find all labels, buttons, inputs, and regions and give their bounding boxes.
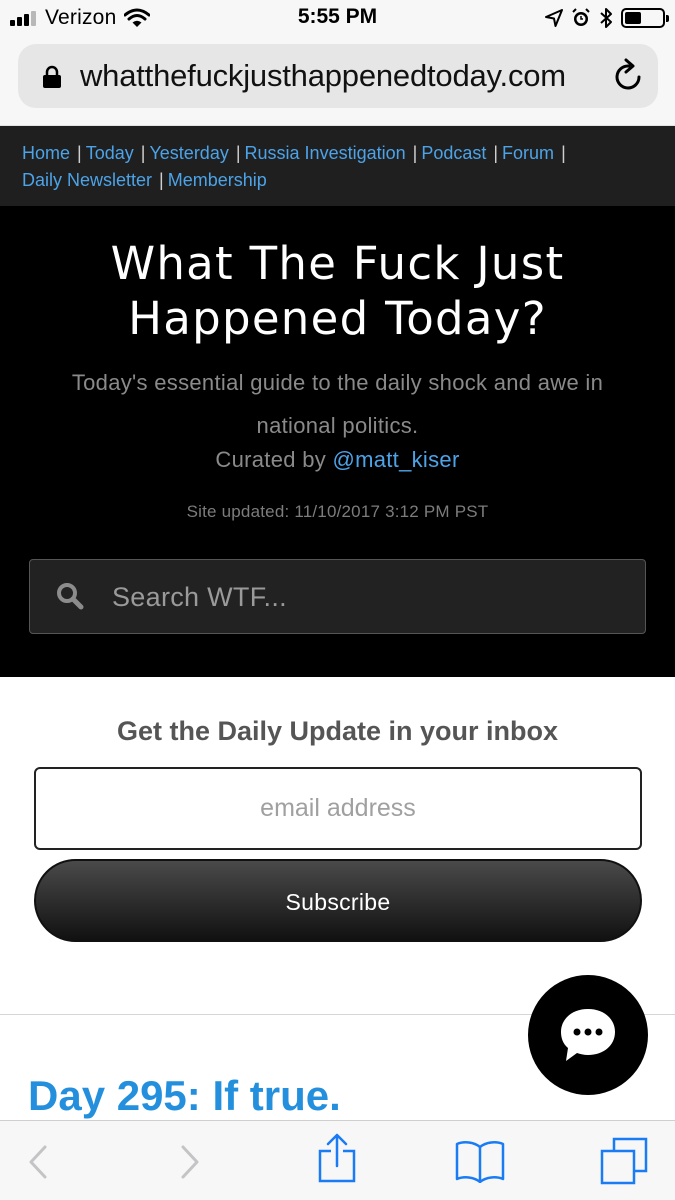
subscribe-button[interactable]: Subscribe xyxy=(34,859,642,942)
tagline: Today's essential guide to the daily sho… xyxy=(71,370,604,438)
nav-link-membership[interactable]: Membership xyxy=(168,170,267,190)
curator-link[interactable]: @matt_kiser xyxy=(332,447,459,472)
chat-icon xyxy=(561,1009,615,1061)
nav-link-yesterday[interactable]: Yesterday xyxy=(149,143,228,163)
nav-link-podcast[interactable]: Podcast xyxy=(421,143,486,163)
chat-button[interactable] xyxy=(528,975,648,1095)
location-arrow-icon xyxy=(545,9,563,27)
site-title: What The Fuck Just Happened Today? xyxy=(110,237,565,345)
site-nav: Home | Today | Yesterday | Russia Investigatio… xyxy=(0,126,675,206)
browser-address-area: whatthefuckjusthappenedtoday.com xyxy=(0,36,675,126)
search-placeholder: Search WTF... xyxy=(112,582,287,612)
nav-link-forum[interactable]: Forum xyxy=(502,143,554,163)
email-placeholder: email address xyxy=(260,794,416,822)
nav-link-daily-newsletter[interactable]: Daily Newsletter xyxy=(22,170,152,190)
address-bar[interactable]: whatthefuckjusthappenedtoday.com xyxy=(18,44,658,108)
url-text[interactable]: whatthefuckjusthappenedtoday.com xyxy=(80,58,566,94)
tabs-icon[interactable] xyxy=(600,1137,648,1185)
curated-by: Curated by @matt_kiser xyxy=(215,447,460,472)
bluetooth-icon xyxy=(600,8,612,28)
search-icon xyxy=(57,583,84,610)
battery-icon xyxy=(621,8,669,28)
hero: What The Fuck Just Happened Today? Today… xyxy=(0,206,675,677)
browser-toolbar xyxy=(0,1120,675,1200)
email-field[interactable]: email address xyxy=(34,767,642,850)
nav-link-russia-investigation[interactable]: Russia Investigation xyxy=(245,143,406,163)
back-icon[interactable] xyxy=(28,1145,48,1179)
lock-icon xyxy=(43,65,61,88)
newsletter-heading: Get the Daily Update in your inbox xyxy=(116,716,559,746)
alarm-icon xyxy=(572,8,590,26)
nav-link-home[interactable]: Home xyxy=(22,143,70,163)
site-updated: Site updated: 11/10/2017 3:12 PM PST xyxy=(186,502,489,521)
status-bar: Verizon 5:55 PM xyxy=(0,0,675,36)
bookmarks-icon[interactable] xyxy=(455,1139,505,1183)
nav-link-today[interactable]: Today xyxy=(86,143,134,163)
forward-icon[interactable] xyxy=(180,1145,200,1179)
post-title[interactable]: Day 295: If true. xyxy=(28,1072,341,1120)
reload-icon[interactable] xyxy=(614,58,644,92)
share-icon[interactable] xyxy=(318,1133,356,1183)
search-input[interactable]: Search WTF... xyxy=(29,559,646,634)
